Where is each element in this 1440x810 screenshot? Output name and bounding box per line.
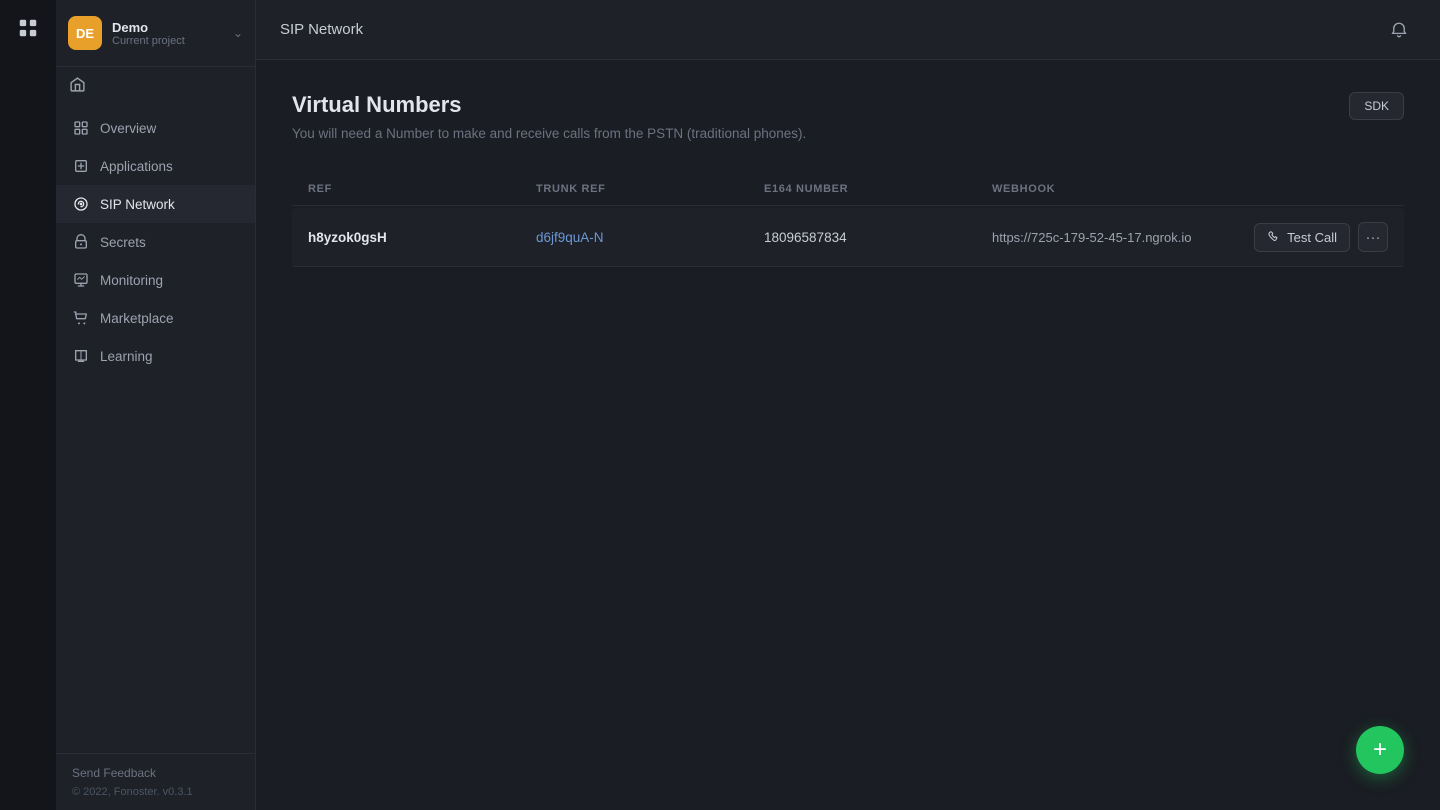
home-icon: [68, 75, 86, 93]
col-ref: REF: [308, 183, 528, 195]
main-panel: SIP Network SDK Virtual Numbers You will…: [256, 0, 1440, 810]
content-area: SDK Virtual Numbers You will need a Numb…: [256, 60, 1440, 810]
sidebar-item-overview[interactable]: Overview: [56, 109, 255, 147]
sidebar-item-home[interactable]: [56, 67, 255, 101]
version-text: © 2022, Fonoster. v0.3.1: [72, 786, 239, 798]
marketplace-icon: [72, 309, 90, 327]
sidebar-item-applications-label: Applications: [100, 159, 173, 174]
sidebar-footer: Send Feedback © 2022, Fonoster. v0.3.1: [56, 753, 255, 810]
cell-webhook: https://725c-179-52-45-17.ngrok.io: [992, 230, 1246, 245]
notifications-button[interactable]: [1382, 13, 1416, 47]
test-call-label: Test Call: [1287, 230, 1337, 245]
col-e164: E164 NUMBER: [764, 183, 984, 195]
sip-icon: [72, 195, 90, 213]
project-subtitle: Current project: [112, 35, 223, 47]
table-row: h8yzok0gsH d6jf9quA-N 18096587834 https:…: [292, 208, 1404, 267]
secrets-icon: [72, 233, 90, 251]
overview-icon: [72, 119, 90, 137]
project-info: Demo Current project: [112, 20, 223, 47]
send-feedback-link[interactable]: Send Feedback: [72, 766, 239, 780]
topbar: SIP Network: [256, 0, 1440, 60]
sdk-button[interactable]: SDK: [1349, 92, 1404, 120]
more-icon: ···: [1366, 229, 1381, 246]
test-call-button[interactable]: Test Call: [1254, 223, 1350, 252]
more-options-button[interactable]: ···: [1358, 222, 1388, 252]
cell-ref: h8yzok0gsH: [308, 230, 528, 245]
plus-icon: +: [1373, 736, 1387, 764]
add-button[interactable]: +: [1356, 726, 1404, 774]
sidebar-item-marketplace-label: Marketplace: [100, 311, 174, 326]
sidebar: DE Demo Current project ⌄: [56, 0, 256, 810]
cell-trunk-ref: d6jf9quA-N: [536, 230, 756, 245]
virtual-numbers-table: REF TRUNK REF E164 NUMBER WEBHOOK h8yzok…: [292, 173, 1404, 267]
page-title: Virtual Numbers: [292, 92, 1404, 118]
sidebar-item-secrets-label: Secrets: [100, 235, 146, 250]
monitoring-icon: [72, 271, 90, 289]
sidebar-item-marketplace[interactable]: Marketplace: [56, 299, 255, 337]
chevron-down-icon: ⌄: [233, 26, 243, 40]
table-header: REF TRUNK REF E164 NUMBER WEBHOOK: [292, 173, 1404, 206]
topbar-title: SIP Network: [280, 21, 363, 38]
sidebar-item-learning-label: Learning: [100, 349, 153, 364]
row-actions: Test Call ···: [1254, 222, 1388, 252]
left-rail: [0, 0, 56, 810]
sidebar-item-applications[interactable]: Applications: [56, 147, 255, 185]
col-webhook: WEBHOOK: [992, 183, 1380, 195]
cell-e164: 18096587834: [764, 230, 984, 245]
project-avatar: DE: [68, 16, 102, 50]
learning-icon: [72, 347, 90, 365]
sidebar-nav: Overview Applications SIP Network: [56, 101, 255, 753]
project-switcher[interactable]: DE Demo Current project ⌄: [56, 0, 255, 67]
sidebar-item-learning[interactable]: Learning: [56, 337, 255, 375]
sidebar-item-overview-label: Overview: [100, 121, 156, 136]
applications-icon: [72, 157, 90, 175]
sidebar-item-monitoring[interactable]: Monitoring: [56, 261, 255, 299]
col-trunk-ref: TRUNK REF: [536, 183, 756, 195]
sidebar-item-monitoring-label: Monitoring: [100, 273, 163, 288]
sidebar-item-secrets[interactable]: Secrets: [56, 223, 255, 261]
sidebar-item-sip-label: SIP Network: [100, 197, 175, 212]
topbar-actions: [1382, 13, 1416, 47]
page-description: You will need a Number to make and recei…: [292, 126, 1404, 141]
project-name: Demo: [112, 20, 223, 35]
sidebar-item-sip-network[interactable]: SIP Network: [56, 185, 255, 223]
app-logo[interactable]: [12, 12, 44, 44]
